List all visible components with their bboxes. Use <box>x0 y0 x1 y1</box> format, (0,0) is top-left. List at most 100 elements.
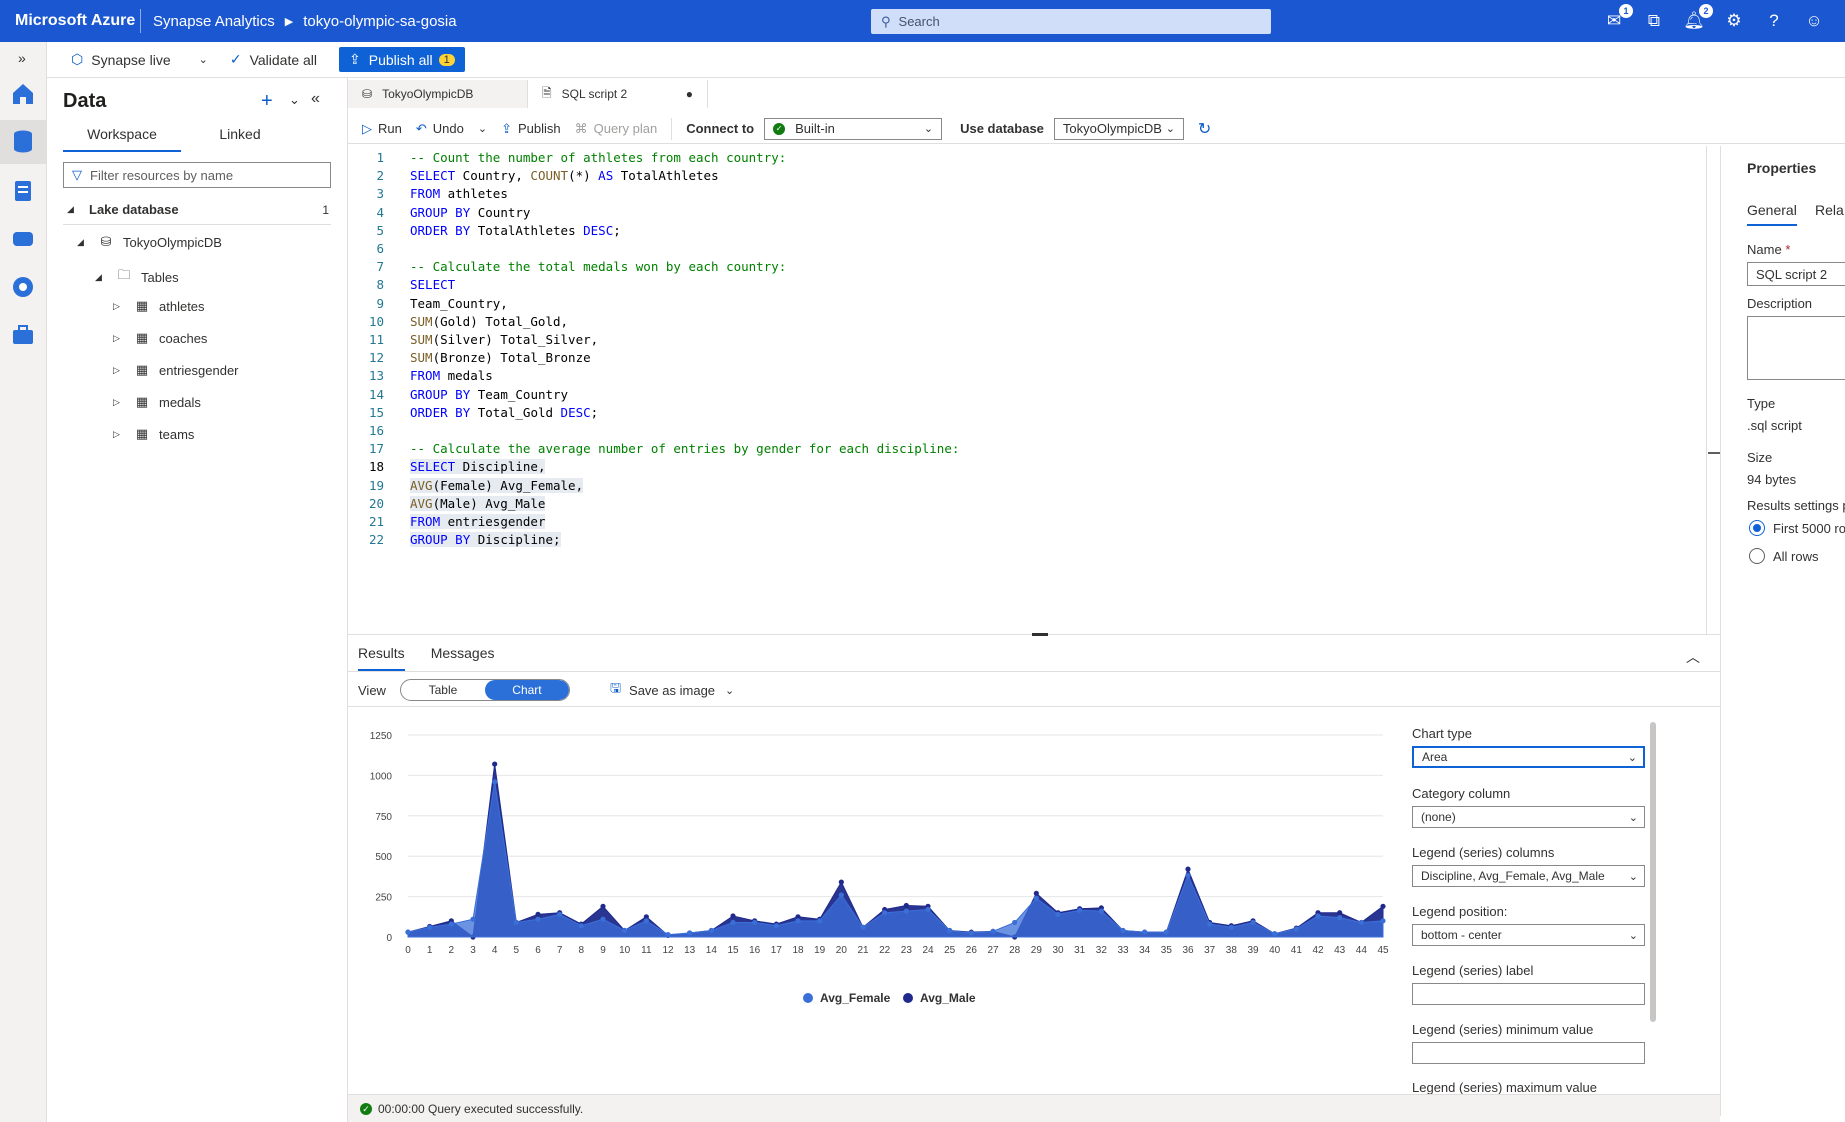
table-item[interactable]: ▷ ▦ medals <box>113 394 201 410</box>
first-rows-label: First 5000 ro <box>1773 520 1845 536</box>
legend-marker <box>803 993 813 1003</box>
synapse-live-selector[interactable]: ⬡ Synapse live ⌄ <box>71 51 208 68</box>
table-item[interactable]: ▷ ▦ coaches <box>113 330 207 346</box>
series-label-input[interactable] <box>1412 983 1645 1005</box>
settings-scrollbar[interactable] <box>1650 722 1656 1022</box>
data-point <box>925 906 931 913</box>
legend-position-dropdown[interactable]: bottom - center ⌄ <box>1412 924 1645 946</box>
code-line[interactable]: -- Calculate the total medals won by eac… <box>410 259 786 274</box>
code-line[interactable]: AVG(Male) Avg_Male <box>410 495 546 511</box>
code-line[interactable]: FROM medals <box>410 368 493 383</box>
code-line[interactable]: AVG(Female) Avg_Female, <box>410 477 584 493</box>
code-editor[interactable]: 1 -- Count the number of athletes from ea… <box>348 146 1708 634</box>
collapse-results-icon[interactable]: ︿ <box>1686 647 1700 667</box>
filter-input[interactable]: ▽ Filter resources by name <box>63 162 331 188</box>
code-line[interactable]: SELECT Discipline, <box>410 459 546 475</box>
connect-to-dropdown[interactable]: ✓ Built-in ⌄ <box>764 117 943 140</box>
run-button[interactable]: ▷ Run <box>362 121 402 137</box>
manage-icon[interactable] <box>10 322 36 348</box>
integrate-icon[interactable] <box>10 226 36 252</box>
code-line[interactable]: GROUP BY Team_Country <box>410 387 568 402</box>
table-item[interactable]: ▷ ▦ athletes <box>113 298 205 314</box>
code-line[interactable]: Team_Country, <box>410 296 508 311</box>
tab-workspace[interactable]: Workspace <box>63 126 181 152</box>
search-input[interactable]: ⚲ Search <box>871 9 1271 34</box>
y-tick-label: 1000 <box>370 771 393 782</box>
editor-scrollbar[interactable] <box>1706 146 1707 634</box>
code-line[interactable]: GROUP BY Country <box>410 205 530 220</box>
database-node[interactable]: ◢ ⛁ TokyoOlympicDB <box>77 234 222 250</box>
code-line[interactable]: FROM entriesgender <box>410 514 546 529</box>
develop-icon[interactable] <box>10 178 36 204</box>
refresh-icon[interactable]: ↻ <box>1198 119 1217 139</box>
undo-button[interactable]: ↶ Undo ⌄ <box>416 121 487 137</box>
series-min-input[interactable] <box>1412 1042 1645 1064</box>
tab-linked[interactable]: Linked <box>181 126 299 152</box>
collapse-all-icon[interactable]: ⌄ <box>289 92 300 108</box>
code-line[interactable]: SUM(Gold) Total_Gold, <box>410 314 568 329</box>
monitor-icon[interactable] <box>10 274 36 300</box>
x-tick-label: 22 <box>879 945 891 956</box>
category-column-dropdown[interactable]: (none) ⌄ <box>1412 806 1645 828</box>
code-line[interactable]: SELECT <box>410 277 455 292</box>
code-line[interactable]: ORDER BY TotalAthletes DESC; <box>410 223 621 238</box>
tab-sql-script-2[interactable]: 🗎︎ SQL script 2 ● <box>528 80 708 108</box>
code-line[interactable]: SUM(Silver) Total_Silver, <box>410 332 598 347</box>
code-line[interactable]: SELECT Country, COUNT(*) AS TotalAthlete… <box>410 168 719 183</box>
use-database-dropdown[interactable]: TokyoOlympicDB ⌄ <box>1053 117 1184 140</box>
x-tick-label: 4 <box>492 945 498 956</box>
code-line[interactable]: ORDER BY Total_Gold DESC; <box>410 405 598 420</box>
data-point <box>557 911 563 917</box>
tab-related[interactable]: Rela <box>1815 202 1844 218</box>
chart-type-value: Area <box>1422 750 1448 764</box>
data-point <box>730 913 736 919</box>
tab-tokyoolympicdb[interactable]: ⛁ TokyoOlympicDB <box>348 80 528 108</box>
all-rows-radio[interactable]: All rows <box>1749 548 1819 564</box>
code-line[interactable]: FROM athletes <box>410 186 508 201</box>
name-field[interactable]: SQL script 2 <box>1747 262 1845 286</box>
legend-columns-dropdown[interactable]: Discipline, Avg_Female, Avg_Male ⌄ <box>1412 865 1645 887</box>
lake-database-node[interactable]: ◢ Lake database 1 <box>67 202 329 217</box>
feedback-icon[interactable]: ☺ <box>1803 10 1825 32</box>
data-icon[interactable] <box>10 128 36 154</box>
bell-icon[interactable]: 🔔︎ 2 <box>1683 4 1713 32</box>
tab-general[interactable]: General <box>1747 202 1797 226</box>
code-line[interactable]: GROUP BY Discipline; <box>410 532 561 548</box>
code-line[interactable]: SUM(Bronze) Total_Bronze <box>410 350 591 365</box>
query-plan-button[interactable]: ⌘ Query plan <box>575 121 658 137</box>
view-table-option[interactable]: Table <box>401 680 485 700</box>
view-chart-option[interactable]: Chart <box>484 680 569 700</box>
view-toggle[interactable]: Table Chart <box>399 679 570 701</box>
tab-messages[interactable]: Messages <box>431 645 495 671</box>
breadcrumb-service[interactable]: Synapse Analytics <box>153 13 275 30</box>
publish-button[interactable]: ⇪ Publish <box>501 121 561 137</box>
save-as-image-button[interactable]: 🖫︎ Save as image ⌄ <box>610 679 734 701</box>
help-icon[interactable]: ? <box>1763 10 1785 32</box>
table-item[interactable]: ▷ ▦ teams <box>113 426 194 442</box>
chevron-down-icon[interactable]: ⌄ <box>478 122 487 135</box>
first-rows-radio[interactable]: First 5000 ro <box>1749 520 1845 536</box>
unsaved-indicator[interactable]: ● <box>686 87 693 101</box>
announcement-icon[interactable]: ✉ 1 <box>1603 4 1633 32</box>
chart-type-dropdown[interactable]: Area ⌄ <box>1412 746 1645 768</box>
expand-icon[interactable]: » <box>18 50 26 66</box>
directory-icon[interactable]: ⧉ <box>1643 10 1665 32</box>
splitter-handle[interactable] <box>1032 633 1048 636</box>
gear-icon[interactable]: ⚙ <box>1723 10 1745 32</box>
validate-all-button[interactable]: ✓ Validate all <box>230 51 317 68</box>
add-icon[interactable]: + <box>261 90 273 113</box>
scroll-thumb[interactable] <box>1708 452 1720 454</box>
code-line[interactable]: -- Calculate the average number of entri… <box>410 441 959 456</box>
tables-folder-node[interactable]: ◢ 🗀︎ Tables <box>95 266 179 288</box>
tab-results[interactable]: Results <box>358 645 405 671</box>
home-icon[interactable] <box>10 80 36 106</box>
publish-all-button[interactable]: ⇪ Publish all 1 <box>339 47 465 72</box>
brand-label[interactable]: Microsoft Azure <box>0 12 140 30</box>
collapse-panel-icon[interactable]: « <box>311 90 320 108</box>
table-item[interactable]: ▷ ▦ entriesgender <box>113 362 239 378</box>
description-field[interactable] <box>1747 316 1845 380</box>
code-line[interactable]: -- Count the number of athletes from eac… <box>410 150 786 165</box>
chevron-down-icon: ⌄ <box>198 54 208 66</box>
breadcrumb-workspace[interactable]: tokyo-olympic-sa-gosia <box>303 13 456 30</box>
success-icon: ✓ <box>360 1102 372 1115</box>
